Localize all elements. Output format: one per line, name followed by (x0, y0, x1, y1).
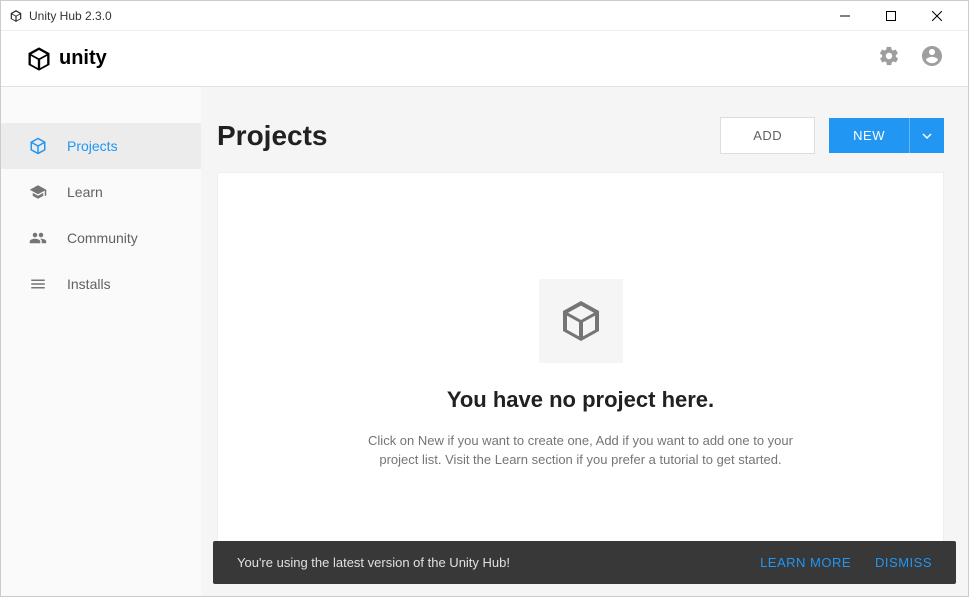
app-header: unity (1, 31, 968, 87)
unity-app-icon (9, 9, 23, 23)
main-header: Projects ADD NEW (217, 87, 944, 172)
page-title: Projects (217, 120, 720, 152)
logo-text: unity (59, 47, 107, 70)
account-icon[interactable] (920, 44, 944, 73)
toast-learn-more[interactable]: LEARN MORE (760, 555, 851, 570)
sidebar-item-community[interactable]: Community (1, 215, 201, 261)
cube-icon (29, 137, 47, 155)
new-dropdown-button[interactable] (909, 118, 944, 153)
empty-state-description: Click on New if you want to create one, … (361, 431, 801, 470)
window-title: Unity Hub 2.3.0 (29, 9, 822, 23)
unity-logo-icon (25, 45, 53, 73)
sidebar-item-label: Community (67, 230, 138, 246)
sidebar-item-installs[interactable]: Installs (1, 261, 201, 307)
app-body: Projects Learn Community Installs (1, 87, 968, 596)
application-window: Unity Hub 2.3.0 unity (0, 0, 969, 597)
projects-empty-state: You have no project here. Click on New i… (217, 172, 944, 576)
sidebar-item-label: Installs (67, 276, 111, 292)
chevron-down-icon (922, 131, 932, 141)
toast-message: You're using the latest version of the U… (237, 555, 736, 570)
people-icon (29, 229, 47, 247)
titlebar: Unity Hub 2.3.0 (1, 1, 968, 31)
sidebar-item-learn[interactable]: Learn (1, 169, 201, 215)
close-button[interactable] (914, 1, 960, 31)
sidebar: Projects Learn Community Installs (1, 87, 201, 596)
gear-icon[interactable] (878, 45, 900, 72)
main-content: Projects ADD NEW You have no project her… (201, 87, 968, 596)
sidebar-item-projects[interactable]: Projects (1, 123, 201, 169)
header-actions (878, 44, 944, 73)
sidebar-item-label: Learn (67, 184, 103, 200)
version-toast: You're using the latest version of the U… (213, 541, 956, 584)
minimize-button[interactable] (822, 1, 868, 31)
new-button[interactable]: NEW (829, 118, 909, 153)
sidebar-item-label: Projects (67, 138, 118, 154)
maximize-button[interactable] (868, 1, 914, 31)
new-button-group: NEW (829, 118, 944, 153)
window-controls (822, 1, 960, 31)
add-button[interactable]: ADD (720, 117, 815, 154)
toast-dismiss[interactable]: DISMISS (875, 555, 932, 570)
graduation-cap-icon (29, 183, 47, 201)
list-icon (29, 275, 47, 293)
empty-state-title: You have no project here. (447, 387, 714, 413)
empty-state-cube-icon (539, 279, 623, 363)
unity-logo: unity (25, 45, 878, 73)
